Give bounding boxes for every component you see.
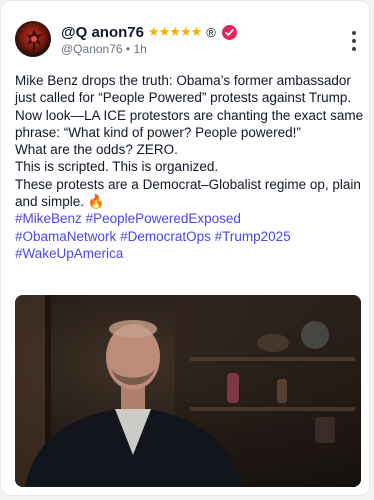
author-display-name[interactable]: @Q anon76 (61, 24, 144, 41)
hashtag-link[interactable]: #ObamaNetwork (15, 229, 116, 244)
meta-separator: • (125, 42, 131, 56)
hashtag-link[interactable]: #MikeBenz (15, 211, 82, 226)
post-body: Mike Benz drops the truth: Obama’s forme… (15, 72, 365, 262)
post-card: @Q anon76 ★★★★★ ® @Qanon76 • 1h Mike Ben… (0, 0, 370, 496)
post-time[interactable]: 1h (133, 42, 146, 56)
more-vertical-icon[interactable] (347, 31, 361, 51)
body-line: These protests are a Democrat–Globalist … (15, 176, 361, 210)
body-line: Now look—LA ICE protestors are chanting … (15, 107, 364, 140)
rating-stars: ★★★★★ (147, 24, 202, 39)
author-meta: @Qanon76 • 1h (61, 42, 147, 56)
hashtag-link[interactable]: #WakeUpAmerica (15, 246, 123, 261)
post-video[interactable] (15, 295, 361, 487)
avatar[interactable] (15, 21, 51, 57)
body-line: What are the odds? ZERO. (15, 142, 178, 158)
hashtag-link[interactable]: #DemocratOps (120, 229, 211, 244)
registered-mark: ® (206, 24, 216, 40)
author-name-row: @Q anon76 ★★★★★ ® (61, 23, 237, 41)
hashtag-link[interactable]: #PeoplePoweredExposed (86, 211, 241, 226)
body-line: Mike Benz drops the truth: Obama’s forme… (15, 73, 352, 106)
post-header: @Q anon76 ★★★★★ ® @Qanon76 • 1h (15, 21, 361, 61)
video-frame (15, 295, 361, 487)
hashtag-list: #MikeBenz #PeoplePoweredExposed #ObamaNe… (15, 210, 365, 262)
verified-badge-icon (221, 24, 237, 40)
avatar-sigil-icon (26, 30, 42, 50)
hashtag-link[interactable]: #Trump2025 (215, 229, 291, 244)
author-handle[interactable]: @Qanon76 (61, 42, 123, 56)
body-line: This is scripted. This is organized. (15, 159, 219, 175)
